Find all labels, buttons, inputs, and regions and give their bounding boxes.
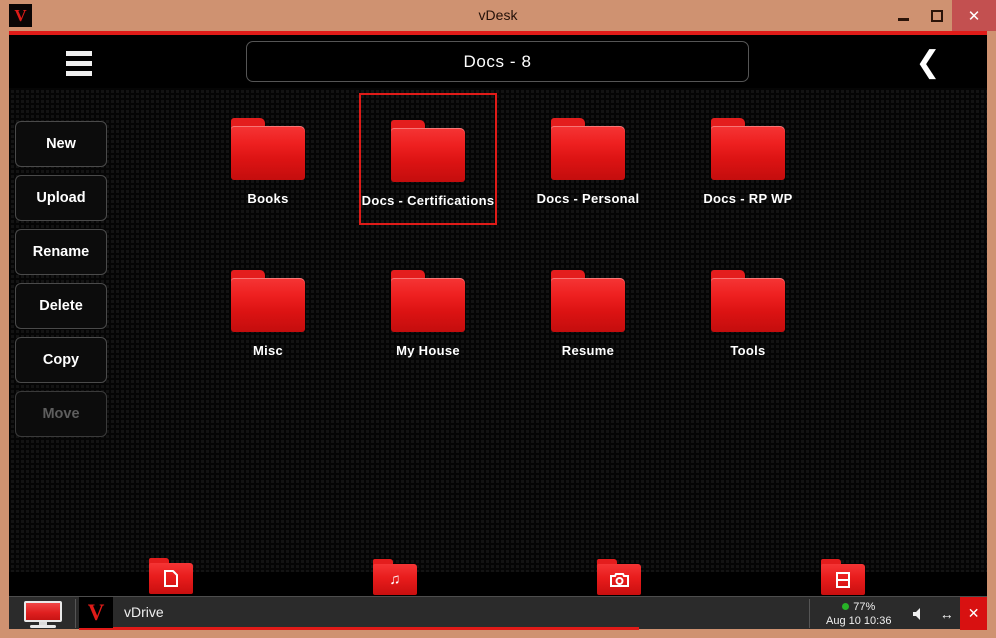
- file-item-docs-personal[interactable]: Docs - Personal: [519, 93, 657, 225]
- folder-music-icon: ♫: [373, 559, 417, 595]
- clock: Aug 10 10:36: [811, 614, 906, 628]
- vdrive-icon: V: [79, 597, 113, 628]
- folder-icon: [711, 270, 785, 332]
- sidebar-item-label: Upload: [36, 190, 85, 206]
- folder-icon: [391, 270, 465, 332]
- file-browser-body: New Upload Rename Delete Copy Move: [9, 88, 987, 572]
- hamburger-menu-icon[interactable]: [56, 47, 102, 79]
- file-item-tools[interactable]: Tools: [679, 245, 817, 377]
- music-note-glyph: ♫: [389, 572, 400, 587]
- folder-icon: [231, 118, 305, 180]
- sidebar: New Upload Rename Delete Copy Move: [15, 121, 107, 445]
- volume-icon[interactable]: [906, 597, 933, 630]
- tab-photos[interactable]: [507, 554, 731, 600]
- folder-video-icon: [821, 559, 865, 595]
- folder-icon: [391, 120, 465, 182]
- close-icon: ✕: [968, 7, 981, 25]
- tray-divider: [809, 599, 810, 628]
- vdrive-icon-letter: V: [88, 601, 105, 624]
- title-bar: V vDesk ✕: [0, 0, 996, 31]
- file-item-misc[interactable]: Misc: [199, 245, 337, 377]
- sidebar-item-label: Delete: [39, 298, 83, 314]
- tray-close-button[interactable]: ✕: [960, 597, 987, 630]
- file-label: Books: [247, 191, 288, 206]
- tray-status: 77% Aug 10 10:36: [811, 600, 906, 628]
- sidebar-item-label: Move: [42, 406, 79, 422]
- tab-music[interactable]: ♫: [283, 554, 507, 600]
- sidebar-item-move: Move: [15, 391, 107, 437]
- window-frame: V vDesk ✕ Docs - 8 ❮: [0, 0, 996, 638]
- taskbar-item-vdrive[interactable]: V vDrive: [79, 597, 639, 630]
- window-title: vDesk: [0, 0, 996, 31]
- sidebar-item-label: Copy: [43, 352, 79, 368]
- sidebar-item-label: New: [46, 136, 76, 152]
- file-item-books[interactable]: Books: [199, 93, 337, 225]
- app-header: Docs - 8 ❮: [9, 35, 987, 88]
- app-surface: Docs - 8 ❮ New Upload Rename Delete: [9, 31, 987, 596]
- folder-icon: [551, 118, 625, 180]
- taskbar-item-label: vDrive: [124, 604, 164, 620]
- file-label: Docs - RP WP: [703, 191, 792, 206]
- file-label: Tools: [730, 343, 765, 358]
- close-button[interactable]: ✕: [952, 0, 996, 31]
- folder-document-icon: [149, 558, 193, 594]
- path-label: Docs - 8: [463, 52, 531, 72]
- folder-camera-icon: [597, 559, 641, 595]
- file-item-resume[interactable]: Resume: [519, 245, 657, 377]
- battery-status: 77%: [811, 600, 906, 614]
- sidebar-item-upload[interactable]: Upload: [15, 175, 107, 221]
- file-label: Docs - Personal: [537, 191, 640, 206]
- system-tray: 77% Aug 10 10:36 ↔ ✕: [811, 597, 987, 630]
- back-icon-glyph: ❮: [915, 45, 940, 80]
- file-label: Docs - Certifications: [362, 193, 495, 208]
- file-item-docs-rp-wp[interactable]: Docs - RP WP: [679, 93, 817, 225]
- maximize-icon: [931, 10, 943, 22]
- folder-icon: [711, 118, 785, 180]
- file-label: My House: [396, 343, 460, 358]
- file-grid: Books Docs - Certifications Docs - Perso…: [139, 88, 987, 572]
- file-label: Misc: [253, 343, 283, 358]
- battery-dot-icon: [842, 603, 849, 610]
- sidebar-item-rename[interactable]: Rename: [15, 229, 107, 275]
- path-display[interactable]: Docs - 8: [246, 41, 749, 82]
- tab-documents[interactable]: [59, 554, 283, 600]
- resize-glyph: ↔: [940, 606, 954, 622]
- folder-icon: [231, 270, 305, 332]
- maximize-button[interactable]: [922, 0, 952, 31]
- file-item-my-house[interactable]: My House: [359, 245, 497, 377]
- file-label: Resume: [562, 343, 614, 358]
- sidebar-item-copy[interactable]: Copy: [15, 337, 107, 383]
- taskbar: V vDrive 77% Aug 10 10:36 ↔ ✕: [9, 596, 987, 629]
- file-item-docs-certifications[interactable]: Docs - Certifications: [359, 93, 497, 225]
- sidebar-item-delete[interactable]: Delete: [15, 283, 107, 329]
- resize-icon[interactable]: ↔: [933, 597, 960, 630]
- minimize-icon: [898, 18, 909, 21]
- tab-videos[interactable]: [731, 554, 955, 600]
- sidebar-item-label: Rename: [33, 244, 89, 260]
- taskbar-divider: [75, 599, 76, 628]
- battery-percent: 77%: [853, 600, 875, 614]
- folder-icon: [551, 270, 625, 332]
- tray-close-icon: ✕: [968, 605, 980, 622]
- minimize-button[interactable]: [888, 0, 918, 31]
- monitor-icon[interactable]: [14, 599, 72, 629]
- back-chevron-icon[interactable]: ❮: [904, 43, 952, 81]
- sidebar-item-new[interactable]: New: [15, 121, 107, 167]
